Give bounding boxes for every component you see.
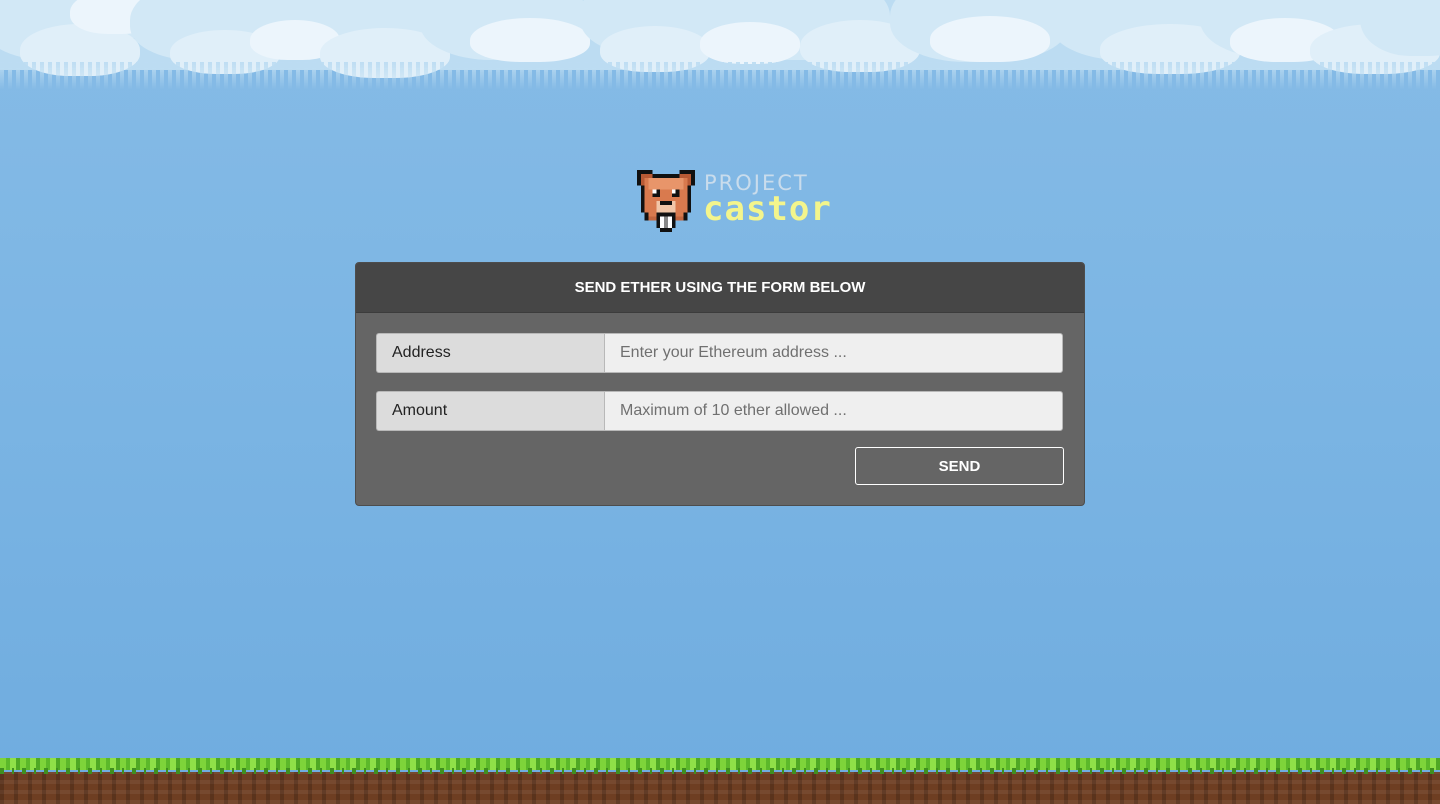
address-label: Address — [376, 333, 604, 373]
send-button[interactable]: SEND — [855, 447, 1064, 485]
logo-castor-text: castor — [703, 189, 832, 229]
amount-input[interactable] — [604, 391, 1063, 431]
grass-ground — [0, 758, 1440, 804]
project-castor-logo: PROJECT castor — [636, 168, 836, 234]
amount-field-group: Amount — [376, 391, 1063, 431]
send-ether-form: SEND ETHER USING THE FORM BELOW Address … — [355, 262, 1085, 506]
address-input[interactable] — [604, 333, 1063, 373]
address-field-group: Address — [376, 333, 1063, 373]
form-title: SEND ETHER USING THE FORM BELOW — [356, 263, 1084, 313]
beaver-icon — [636, 170, 696, 232]
cloud-background — [0, 0, 1440, 96]
amount-label: Amount — [376, 391, 604, 431]
